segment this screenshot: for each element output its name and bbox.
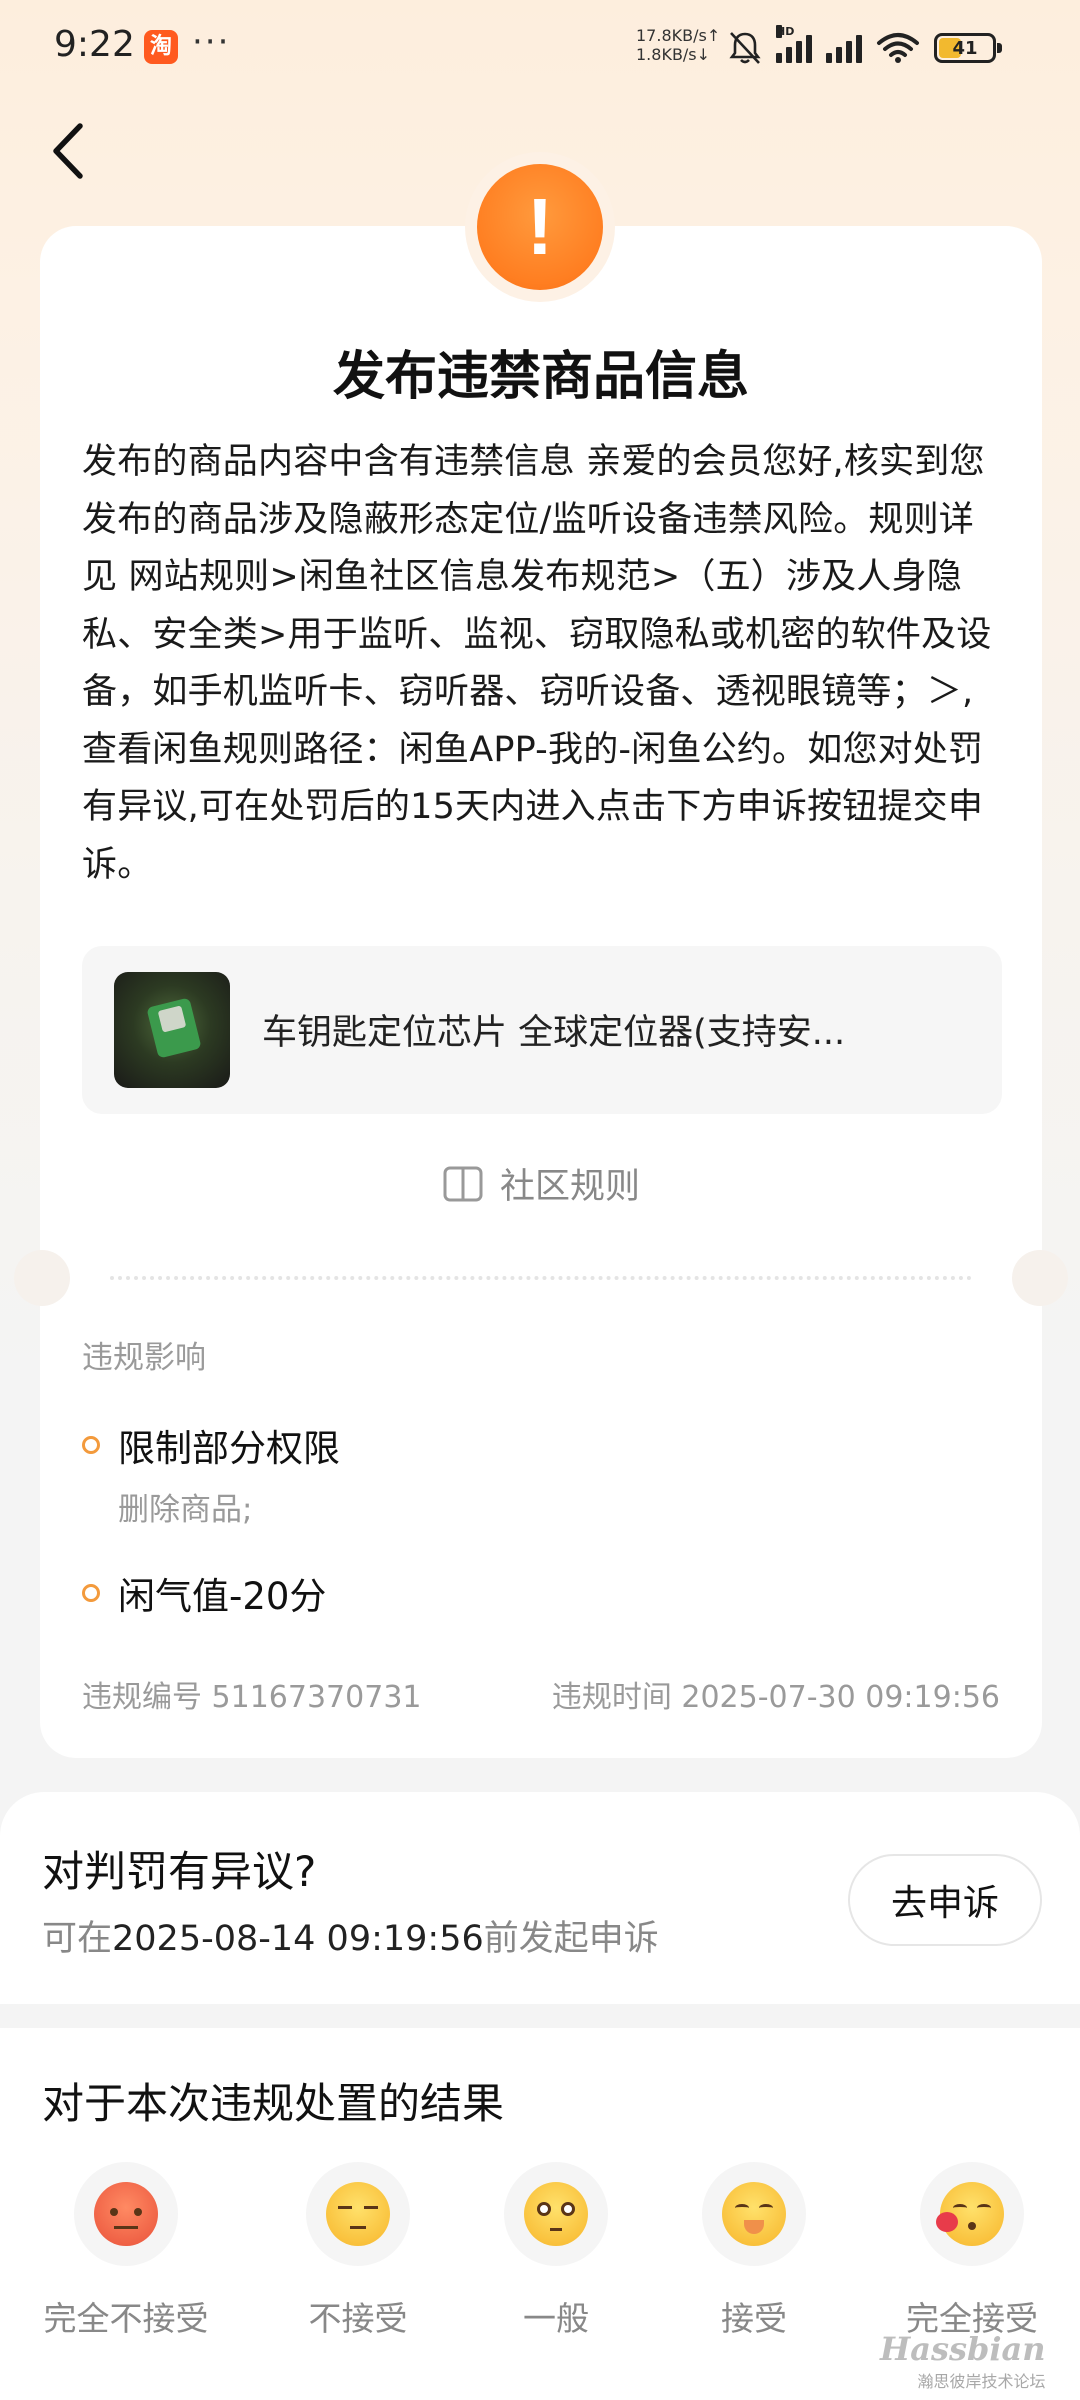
feedback-label: 接受 [721, 2299, 787, 2338]
watermark-main: Hassbian [880, 2330, 1046, 2368]
emoji-circle [920, 2162, 1024, 2266]
violation-number: 违规编号 51167370731 [82, 1680, 422, 1715]
feedback-option-accept[interactable]: 接受 [654, 2162, 854, 2340]
emoji-circle [306, 2162, 410, 2266]
emoji-circle [74, 2162, 178, 2266]
net-down-speed: 1.8KB/s↓ [636, 45, 711, 64]
more-notifications-icon: ··· [192, 22, 231, 62]
signal-icon [826, 33, 862, 63]
exclamation-icon: ! [477, 164, 603, 290]
feedback-option-fully-reject[interactable]: 完全不接受 [26, 2162, 226, 2340]
emoji-circle [702, 2162, 806, 2266]
watermark-sub: 瀚思彼岸技术论坛 [917, 2372, 1046, 2391]
product-thumbnail [114, 972, 230, 1088]
appeal-section: 对判罚有异议? 可在2025-08-14 09:19:56前发起申诉 去申诉 [0, 1792, 1080, 2004]
smiling-face-icon [722, 2182, 786, 2246]
feedback-label: 一般 [523, 2299, 589, 2338]
battery-icon: 41 [934, 33, 1002, 63]
community-rules-link[interactable]: 社区规则 [40, 1158, 1042, 1209]
status-time: 9:22 [54, 24, 135, 65]
feedback-label: 不接受 [308, 2299, 408, 2338]
book-icon [443, 1166, 483, 1201]
bullet-icon [82, 1436, 100, 1454]
impact-title: 闲气值-20分 [118, 1575, 327, 1618]
status-icons: HD 41 [728, 25, 1002, 68]
wifi-icon [877, 33, 919, 63]
product-title: 车钥匙定位芯片 全球定位器(支持安... [262, 1013, 846, 1053]
chevron-left-icon[interactable] [40, 116, 100, 186]
appeal-suffix: 前发起申诉 [483, 1919, 659, 1959]
violation-time: 违规时间 2025-07-30 09:19:56 [551, 1680, 1000, 1715]
card-notch-right [1012, 1250, 1068, 1306]
product-card[interactable]: 车钥匙定位芯片 全球定位器(支持安... [82, 946, 1002, 1114]
battery-level: 41 [952, 37, 978, 59]
appeal-deadline: 2025-08-14 09:19:56 [112, 1919, 484, 1959]
network-speed: 17.8KB/s↑ 1.8KB/s↓ [636, 26, 720, 64]
feedback-option-reject[interactable]: 不接受 [258, 2162, 458, 2340]
violation-title: 发布违禁商品信息 [332, 347, 749, 407]
hd-label: HD [776, 25, 795, 38]
watermark: Hassbian 瀚思彼岸技术论坛 [880, 2330, 1046, 2392]
feedback-title: 对于本次违规处置的结果 [42, 2079, 505, 2128]
unamused-face-icon [326, 2182, 390, 2246]
impact-item: 限制部分权限 [82, 1418, 340, 1472]
angry-face-icon [94, 2182, 158, 2246]
bell-muted-icon [729, 32, 761, 64]
appeal-title: 对判罚有异议? [42, 1847, 317, 1896]
impact-item: 闲气值-20分 [82, 1566, 326, 1620]
appeal-button[interactable]: 去申诉 [848, 1854, 1042, 1946]
feedback-option-fully-accept[interactable]: 完全接受 [872, 2162, 1072, 2340]
neutral-face-icon [524, 2182, 588, 2246]
feedback-label: 完全不接受 [43, 2299, 209, 2338]
bullet-icon [82, 1584, 100, 1602]
feedback-option-neutral[interactable]: 一般 [456, 2162, 656, 2340]
impact-title: 限制部分权限 [118, 1427, 340, 1470]
appeal-deadline-text: 可在2025-08-14 09:19:56前发起申诉 [42, 1910, 659, 1961]
signal-hd-icon: HD [776, 25, 812, 63]
status-bar: 9:22 淘 ··· 17.8KB/s↑ 1.8KB/s↓ HD 41 [0, 0, 1080, 96]
community-rules-label: 社区规则 [499, 1167, 640, 1207]
dotted-divider [110, 1276, 972, 1280]
appeal-prefix: 可在 [42, 1919, 113, 1959]
kissing-face-icon [936, 2182, 1004, 2246]
card-notch-left [14, 1250, 70, 1306]
taobao-app-icon: 淘 [144, 30, 178, 64]
impact-detail: 删除商品; [118, 1492, 253, 1528]
emoji-circle [504, 2162, 608, 2266]
violation-description: 发布的商品内容中含有违禁信息 亲爱的会员您好,核实到您发布的商品涉及隐蔽形态定位… [82, 442, 992, 885]
impact-label: 违规影响 [82, 1340, 206, 1376]
net-up-speed: 17.8KB/s↑ [636, 26, 721, 45]
